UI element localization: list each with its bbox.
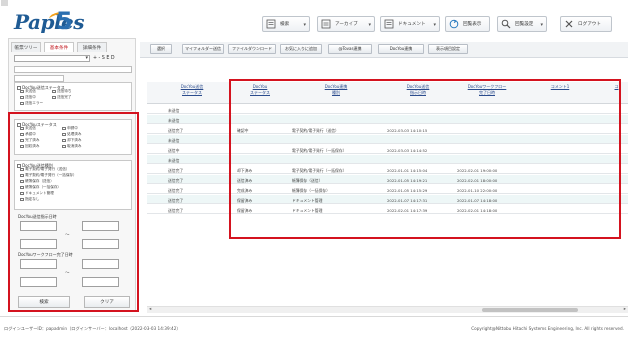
tab-detail-conditions[interactable]: 詳細条件	[77, 42, 107, 52]
logout-x-icon	[564, 19, 574, 29]
toolbar-favorite-label: お気に入りに追加	[285, 46, 317, 51]
toolbar-download-button[interactable]: ファイルダウンロード	[228, 44, 276, 54]
table-cell-send-status: 送信完了	[168, 187, 184, 193]
column-header[interactable]: DocYou送信 ステータス	[147, 84, 237, 96]
chevron-down-icon: ▾	[303, 22, 306, 28]
document-label: ドキュメント	[398, 22, 426, 27]
status-option-label: 送信中	[25, 95, 36, 99]
toolbar-tovas-label: @Tovas連携	[338, 46, 362, 51]
status-option-label: 未送信	[25, 89, 36, 93]
chevron-down-icon: ▾	[368, 22, 371, 28]
corner-mark	[1, 0, 8, 6]
settings-search-icon	[501, 19, 511, 29]
archive-label: アーカイブ	[335, 22, 358, 27]
toolbar-myfolder-button[interactable]: マイフォルダー送信	[182, 44, 224, 54]
copyright: Copyright@Nittobu Hitachi Systems Engine…	[471, 326, 624, 331]
checkbox[interactable]	[52, 95, 56, 100]
tab-basic-conditions[interactable]: 基本条件	[44, 42, 74, 52]
highlight-box-table	[229, 79, 621, 239]
document-button[interactable]: ドキュメント ▾	[380, 16, 440, 32]
scroll-left-icon[interactable]: ◂	[149, 307, 151, 312]
tab-form-tree[interactable]: 帳票ツリー	[11, 42, 41, 52]
tab-basic-conditions-label: 基本条件	[49, 45, 69, 51]
status-option[interactable]: 送信中	[20, 95, 36, 100]
toolbar-myfolder-label: マイフォルダー送信	[185, 46, 221, 51]
condition-sub-input[interactable]	[14, 75, 64, 82]
horizontal-scrollbar[interactable]: ◂ ▸	[147, 306, 628, 313]
search-list-icon	[266, 19, 276, 29]
checkbox[interactable]	[52, 89, 56, 94]
circulation-settings-button[interactable]: 回覧設定 ▾	[497, 16, 547, 32]
login-info: ログインユーザーID：papadmin（ログインサーバー：localhost（2…	[4, 326, 181, 331]
toolbar-favorite-button[interactable]: お気に入りに追加	[280, 44, 322, 54]
table-cell-send-status: 送信完了	[168, 167, 184, 173]
toolbar-tovas-button[interactable]: @Tovas連携	[328, 44, 372, 54]
table-cell-send-status: 送信完了	[168, 177, 184, 183]
toolbar-select-label: 選択	[157, 46, 165, 51]
table-cell-send-status: 未送信	[168, 107, 180, 113]
circulation-settings-label: 回覧設定	[515, 22, 534, 27]
toolbar-docyou-label: DocYou連携	[389, 46, 413, 51]
scroll-right-icon[interactable]: ▸	[624, 307, 626, 312]
toolbar-display-settings-label: 表示項目設定	[436, 46, 460, 51]
circulation-view-label: 回覧表示	[463, 22, 482, 27]
toolbar-display-settings-button[interactable]: 表示項目設定	[428, 44, 468, 54]
condition-name-input[interactable]	[14, 66, 132, 73]
scroll-thumb[interactable]	[482, 308, 578, 312]
status-option[interactable]: 送信待ち	[52, 89, 71, 94]
checkbox[interactable]	[20, 101, 24, 106]
paples-logo: Paples 5	[12, 7, 85, 37]
condition-letter-buttons[interactable]: + - S E D	[93, 55, 115, 62]
status-option-label: 送信待ち	[57, 89, 72, 93]
table-cell-send-status: 送信完了	[168, 127, 184, 133]
table-cell-send-status: 未送信	[168, 157, 180, 163]
logout-label: ログアウト	[578, 22, 601, 27]
status-option-label: 送信エラー	[25, 101, 44, 105]
checkbox[interactable]	[20, 89, 24, 94]
table-cell-send-status: 未送信	[168, 117, 180, 123]
status-option[interactable]: 未送信	[20, 89, 36, 94]
archive-icon	[321, 19, 331, 29]
search-menu-button[interactable]: 検索 ▾	[262, 16, 310, 32]
table-cell-send-status: 送信中	[168, 147, 180, 153]
table-cell-send-status: 送信完了	[168, 207, 184, 213]
circulation-view-button[interactable]: 回覧表示	[445, 16, 490, 32]
archive-button[interactable]: アーカイブ ▾	[317, 16, 375, 32]
circulation-icon	[449, 19, 459, 29]
column-header-line: ステータス	[182, 90, 202, 95]
chevron-down-icon: ▾	[433, 22, 436, 28]
condition-select[interactable]: ▾	[14, 55, 90, 62]
app-window: Paples 5 検索 ▾ アーカイブ ▾ ドキュメント ▾ 回覧表示 回覧設定	[0, 0, 628, 349]
toolbar-download-label: ファイルダウンロード	[232, 46, 272, 51]
status-option[interactable]: 送信完了	[52, 95, 71, 100]
logo-number: 5	[56, 7, 73, 35]
tab-detail-conditions-label: 詳細条件	[82, 45, 102, 51]
checkbox[interactable]	[20, 95, 24, 100]
status-option[interactable]: 送信エラー	[20, 101, 43, 106]
logo-text: Paples	[14, 10, 85, 34]
search-menu-label: 検索	[280, 22, 290, 27]
chevron-down-icon: ▾	[540, 22, 543, 28]
status-option-label: 送信完了	[57, 95, 72, 99]
toolbar-docyou-button[interactable]: DocYou連携	[378, 44, 424, 54]
table-cell-send-status: 送信完了	[168, 197, 184, 203]
tab-form-tree-label: 帳票ツリー	[14, 45, 38, 51]
toolbar-select-button[interactable]: 選択	[150, 44, 172, 54]
highlight-box-left	[8, 112, 139, 312]
document-icon	[384, 19, 394, 29]
chevron-down-icon: ▾	[85, 55, 88, 61]
logout-button[interactable]: ログアウト	[560, 16, 612, 32]
footer	[0, 316, 628, 349]
table-cell-send-status: 未送信	[168, 137, 180, 143]
